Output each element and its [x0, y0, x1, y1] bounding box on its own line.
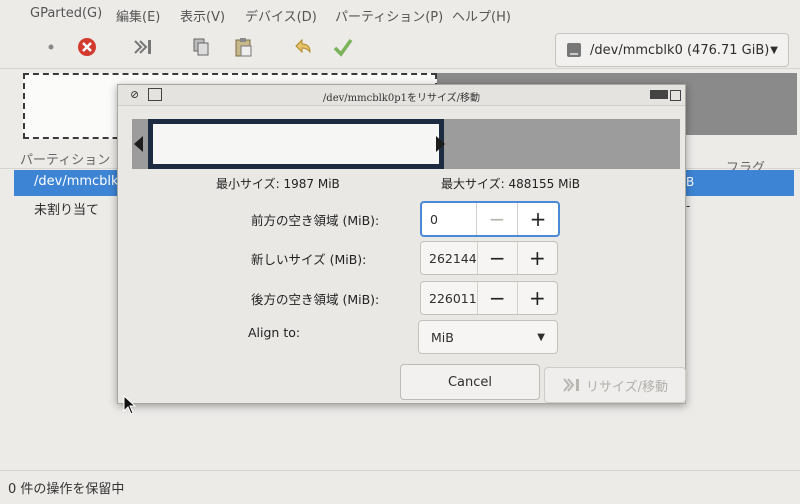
device-label: /dev/mmcblk0 (476.71 GiB) — [590, 42, 770, 58]
menu-bar: GParted(G) 編集(E) 表示(V) デバイス(D) パーティション(P… — [0, 0, 800, 26]
menu-partition[interactable]: パーティション(P) — [335, 6, 443, 25]
free-before-spinner[interactable]: 0 − + — [420, 201, 560, 237]
row-partition-name: 未割り当て — [34, 203, 100, 218]
free-before-input[interactable]: 0 — [422, 212, 476, 227]
new-size-label: 新しいサイズ (MiB): — [251, 252, 367, 267]
dialog-titlebar[interactable]: ⊘ /dev/mmcblk0p1をリサイズ/移動 — [118, 85, 685, 106]
mouse-cursor-icon — [123, 395, 137, 415]
increment-button[interactable]: + — [516, 282, 557, 314]
copy-icon — [193, 38, 209, 56]
dialog-title: /dev/mmcblk0p1をリサイズ/移動 — [322, 93, 481, 104]
decrement-button[interactable]: − — [476, 203, 517, 235]
free-after-input[interactable]: 226011 — [421, 291, 477, 306]
resize-icon — [563, 378, 579, 392]
window-control-icon[interactable] — [650, 90, 668, 99]
copy-button[interactable] — [188, 34, 214, 60]
device-selector[interactable]: /dev/mmcblk0 (476.71 GiB) ▼ — [555, 33, 789, 67]
free-after-spinner[interactable]: 226011 − + — [420, 281, 558, 315]
disk-icon — [567, 43, 581, 57]
increment-button[interactable]: + — [516, 242, 557, 274]
undo-button[interactable] — [290, 34, 316, 60]
pending-operations-status: 0 件の操作を保留中 — [8, 482, 125, 497]
new-size-input[interactable]: 262144 — [421, 251, 477, 266]
align-combo[interactable]: MiB ▼ — [418, 320, 558, 354]
align-label: Align to: — [248, 325, 301, 340]
min-size-label: 最小サイズ: 1987 MiB — [216, 177, 340, 191]
cancel-button[interactable]: Cancel — [400, 364, 540, 400]
new-icon — [48, 44, 54, 50]
row-extra: B — [686, 175, 695, 189]
align-value: MiB — [431, 329, 454, 345]
resize-icon — [134, 40, 151, 54]
resize-move-confirm-button[interactable]: リサイズ/移動 — [544, 367, 686, 403]
cancel-label: Cancel — [447, 374, 493, 390]
apply-button[interactable] — [330, 34, 356, 60]
menu-view[interactable]: 表示(V) — [180, 6, 225, 25]
checkmark-icon — [333, 38, 353, 57]
partition-resize-box[interactable] — [148, 119, 444, 169]
chevron-down-icon: ▼ — [770, 44, 778, 56]
left-resize-handle[interactable] — [134, 136, 143, 152]
free-before-label: 前方の空き領域 (MiB): — [251, 213, 380, 228]
new-size-spinner[interactable]: 262144 − + — [420, 241, 558, 275]
max-size-label: 最大サイズ: 488155 MiB — [441, 177, 581, 191]
row-extra: - — [686, 199, 691, 213]
delete-button[interactable] — [74, 34, 100, 60]
paste-button[interactable] — [230, 34, 256, 60]
resize-move-dialog: ⊘ /dev/mmcblk0p1をリサイズ/移動 最小サイズ: 1987 MiB… — [117, 84, 686, 404]
maximize-icon[interactable] — [670, 90, 681, 101]
menu-edit[interactable]: 編集(E) — [116, 6, 160, 25]
right-resize-handle[interactable] — [436, 136, 445, 152]
menu-gparted[interactable]: GParted(G) — [30, 6, 102, 21]
decrement-button[interactable]: − — [476, 242, 517, 274]
free-after-label: 後方の空き領域 (MiB): — [251, 292, 380, 307]
undo-icon — [295, 38, 311, 54]
increment-button[interactable]: + — [517, 203, 558, 235]
column-partition[interactable]: パーティション — [20, 149, 110, 168]
row-partition-name: /dev/mmcblk0 — [34, 174, 127, 189]
menu-device[interactable]: デバイス(D) — [245, 6, 317, 25]
resize-move-label: リサイズ/移動 — [586, 379, 668, 395]
chevron-down-icon: ▼ — [537, 331, 545, 343]
status-bar: 0 件の操作を保留中 — [0, 470, 800, 504]
new-partition-button[interactable] — [38, 34, 64, 60]
delete-icon — [78, 38, 96, 56]
resize-move-button[interactable] — [130, 34, 156, 60]
decrement-button[interactable]: − — [476, 282, 517, 314]
paste-icon — [235, 38, 252, 57]
menu-help[interactable]: ヘルプ(H) — [452, 6, 511, 25]
